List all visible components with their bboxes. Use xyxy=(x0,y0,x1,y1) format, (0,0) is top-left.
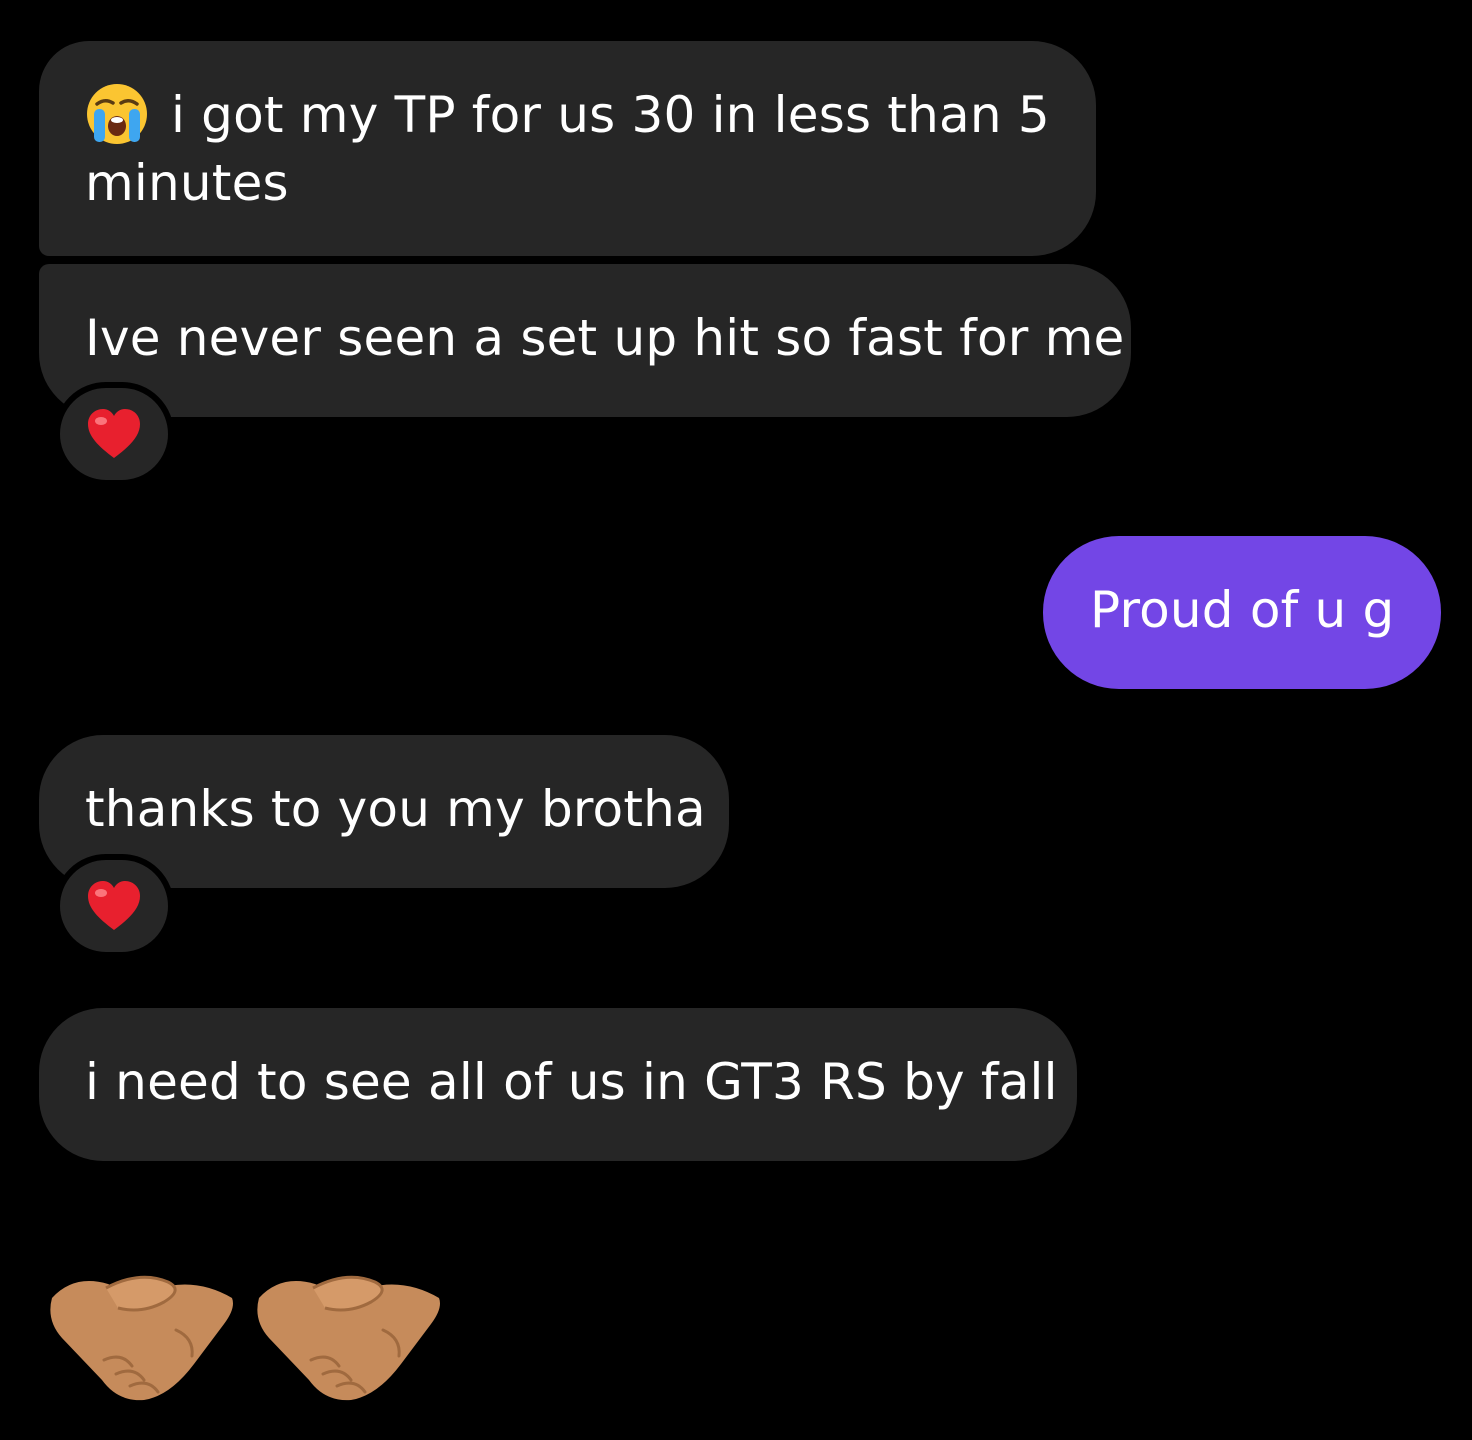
handshake-icon xyxy=(257,1275,440,1401)
red-heart-icon xyxy=(88,409,140,458)
incoming-message-4[interactable]: i need to see all of us in GT3 RS by fal… xyxy=(39,1008,1077,1161)
message-text: Proud of u g xyxy=(1090,581,1395,639)
message-text: Ive never seen a set up hit so fast for … xyxy=(85,309,1125,367)
loudly-crying-face-icon xyxy=(87,84,147,144)
heart-reaction[interactable] xyxy=(54,382,174,486)
incoming-message-1[interactable]: i got my TP for us 30 in less than 5 min… xyxy=(39,41,1096,256)
incoming-message-2[interactable]: Ive never seen a set up hit so fast for … xyxy=(39,264,1131,417)
heart-reaction[interactable] xyxy=(54,854,174,958)
red-heart-icon xyxy=(88,881,140,930)
handshake-icon xyxy=(50,1275,234,1401)
message-text: i got my TP for us 30 in less than 5 min… xyxy=(85,86,1050,212)
outgoing-message[interactable]: Proud of u g xyxy=(1043,536,1441,689)
message-text: i need to see all of us in GT3 RS by fal… xyxy=(85,1053,1058,1111)
message-text: thanks to you my brotha xyxy=(85,780,706,838)
